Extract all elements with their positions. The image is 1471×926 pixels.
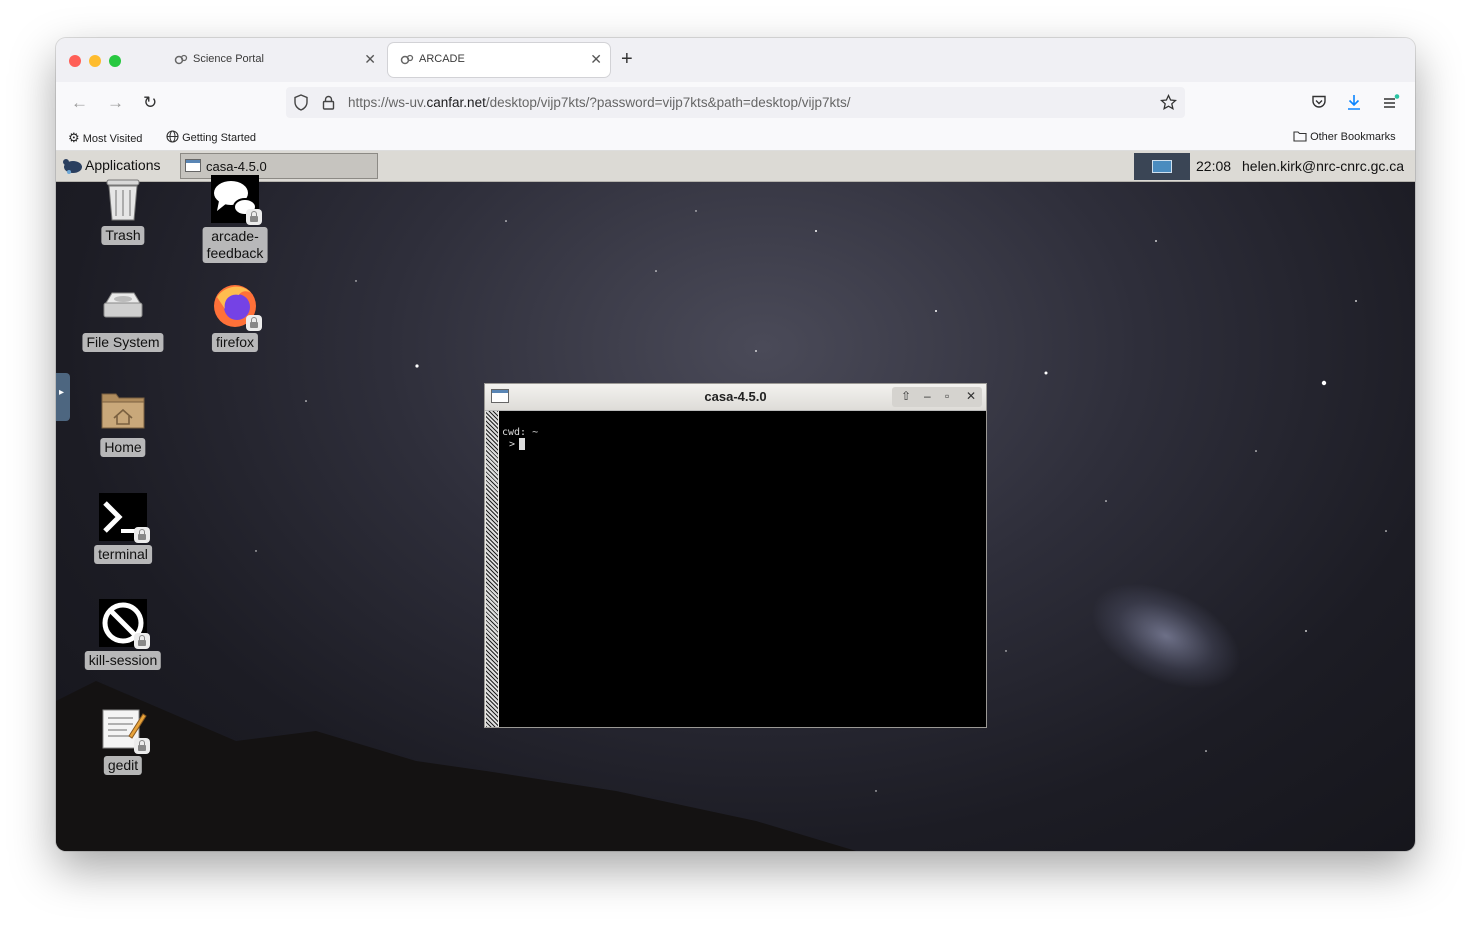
desktop-icon-firefox[interactable]: firefox — [195, 281, 275, 361]
forward-arrow-icon[interactable]: → — [107, 93, 124, 113]
zoom-window-button[interactable] — [109, 55, 121, 67]
menu-icon[interactable] — [1382, 94, 1400, 111]
shield-icon[interactable] — [294, 94, 308, 111]
desktop-icon-kill-session[interactable]: kill-session — [81, 599, 165, 679]
desktop-icon-terminal[interactable]: terminal — [83, 493, 163, 573]
drive-icon — [103, 292, 143, 318]
bookmark-getting-started[interactable]: Getting Started — [166, 130, 256, 144]
url-prefix: https://ws-uv. — [348, 95, 427, 110]
casa-terminal-window[interactable]: casa-4.5.0 ⇧ – ▫ ✕ cwd: ~ > — [484, 383, 987, 728]
minimize-window-button[interactable] — [89, 55, 101, 67]
lock-badge-icon — [246, 315, 262, 331]
bookmarks-toolbar: ⚙ Most Visited Getting Started Other Boo… — [56, 124, 1415, 151]
bookmark-most-visited[interactable]: ⚙ Most Visited — [68, 130, 142, 146]
maximize-icon[interactable]: ▫ — [945, 389, 949, 403]
close-window-button[interactable] — [69, 55, 81, 67]
side-panel-handle[interactable] — [56, 373, 70, 421]
desktop-icon-trash[interactable]: Trash — [83, 176, 163, 256]
bookmark-star-icon[interactable] — [1160, 94, 1177, 111]
bookmark-other-bookmarks[interactable]: Other Bookmarks — [1293, 130, 1396, 143]
tab-science-portal[interactable]: Science Portal ✕ — [162, 43, 384, 77]
icon-label: Trash — [101, 226, 145, 245]
close-tab-icon[interactable]: ✕ — [590, 51, 602, 68]
url-path: /desktop/vijp7kts/?password=vijp7kts&pat… — [485, 95, 851, 110]
lock-badge-icon — [134, 527, 150, 543]
chat-icon — [211, 175, 262, 225]
firefox-icon — [211, 281, 262, 331]
back-arrow-icon[interactable]: ← — [71, 93, 88, 113]
terminal-prompt: > — [509, 439, 516, 450]
navigation-bar: ← → ↻ https://ws-uv.canfar.net/desktop/v… — [56, 82, 1415, 124]
panel-clock[interactable]: 22:08 — [1196, 158, 1231, 174]
gear-icon: ⚙ — [68, 130, 80, 145]
terminal-cwd-line: cwd: ~ — [502, 427, 539, 438]
globe-icon — [166, 130, 179, 143]
desktop-icon-home[interactable]: Home — [83, 388, 163, 468]
terminal-icon — [99, 493, 150, 543]
lock-badge-icon — [246, 209, 262, 225]
text-editor-icon — [99, 706, 150, 754]
bookmark-label: Most Visited — [82, 133, 143, 145]
icon-label: File System — [82, 333, 164, 352]
kill-icon — [99, 599, 150, 649]
remote-desktop[interactable]: Applications casa-4.5.0 22:08 helen.kirk… — [56, 151, 1415, 851]
bookmark-label: Other Bookmarks — [1310, 131, 1396, 143]
icon-label: arcade- feedback — [202, 227, 268, 263]
desktop-icon-file-system[interactable]: File System — [81, 283, 165, 363]
lock-badge-icon — [134, 738, 150, 754]
icon-label: firefox — [211, 333, 259, 352]
gears-icon — [174, 54, 188, 65]
panel-user[interactable]: helen.kirk@nrc-cnrc.gc.ca — [1242, 158, 1404, 174]
folder-icon — [1293, 131, 1307, 142]
lock-icon[interactable] — [322, 95, 335, 110]
xfce-mouse-icon — [63, 159, 82, 174]
workspace-1[interactable] — [1152, 160, 1172, 173]
tab-arcade[interactable]: ARCADE ✕ — [388, 43, 610, 77]
terminal-prompt-line[interactable]: > — [509, 438, 526, 450]
window-controls: ⇧ – ▫ ✕ — [892, 387, 982, 407]
tab-label: ARCADE — [419, 53, 465, 65]
new-tab-button[interactable]: + — [621, 48, 633, 71]
download-icon[interactable] — [1346, 94, 1362, 111]
shade-icon[interactable]: ⇧ — [901, 389, 911, 403]
icon-label: terminal — [94, 545, 152, 564]
window-icon — [185, 159, 201, 172]
tab-strip: Science Portal ✕ ARCADE ✕ + — [56, 38, 1415, 82]
home-folder-icon — [101, 393, 145, 429]
lock-badge-icon — [134, 633, 150, 649]
close-icon[interactable]: ✕ — [966, 389, 976, 403]
url-host: canfar.net — [426, 95, 486, 110]
close-tab-icon[interactable]: ✕ — [364, 51, 376, 68]
url-bar[interactable]: https://ws-uv.canfar.net/desktop/vijp7kt… — [286, 87, 1185, 118]
workspace-switcher[interactable] — [1134, 153, 1190, 180]
browser-window: Science Portal ✕ ARCADE ✕ + ← → ↻ https:… — [56, 38, 1415, 851]
taskbar-label: casa-4.5.0 — [206, 159, 267, 174]
terminal-output[interactable]: cwd: ~ > — [499, 411, 986, 727]
tab-label: Science Portal — [193, 53, 264, 65]
url-text[interactable]: https://ws-uv.canfar.net/desktop/vijp7kt… — [348, 95, 851, 110]
desktop-icon-gedit[interactable]: gedit — [83, 706, 163, 786]
desktop-icon-arcade-feedback[interactable]: arcade- feedback — [195, 175, 275, 265]
bookmark-label: Getting Started — [182, 132, 257, 144]
icon-label: gedit — [103, 756, 143, 775]
trash-icon — [106, 179, 140, 221]
gears-icon — [400, 54, 414, 65]
minimize-icon[interactable]: – — [924, 389, 931, 403]
window-titlebar[interactable]: casa-4.5.0 ⇧ – ▫ ✕ — [485, 384, 986, 411]
icon-label: kill-session — [84, 651, 162, 670]
terminal-scrollbar[interactable] — [486, 411, 498, 727]
applications-label: Applications — [85, 157, 161, 173]
pocket-icon[interactable] — [1311, 95, 1327, 110]
icon-label: Home — [100, 438, 146, 457]
text-cursor — [519, 438, 526, 450]
reload-icon[interactable]: ↻ — [143, 93, 157, 113]
